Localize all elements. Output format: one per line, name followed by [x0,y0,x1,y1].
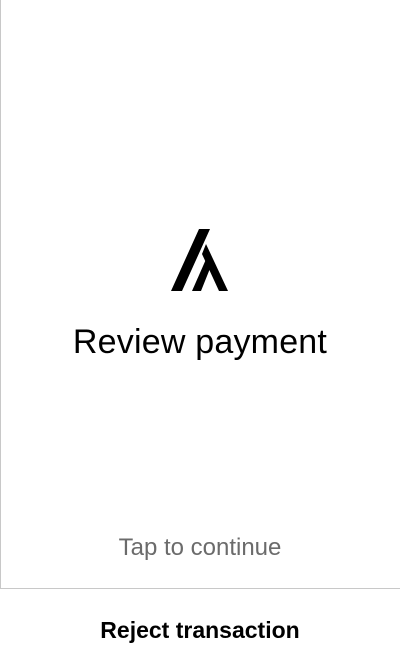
tap-to-continue-hint[interactable]: Tap to continue [0,530,400,566]
reject-transaction-button[interactable]: Reject transaction [0,589,400,672]
page-title: Review payment [72,323,328,361]
algorand-logo-icon [171,229,228,291]
